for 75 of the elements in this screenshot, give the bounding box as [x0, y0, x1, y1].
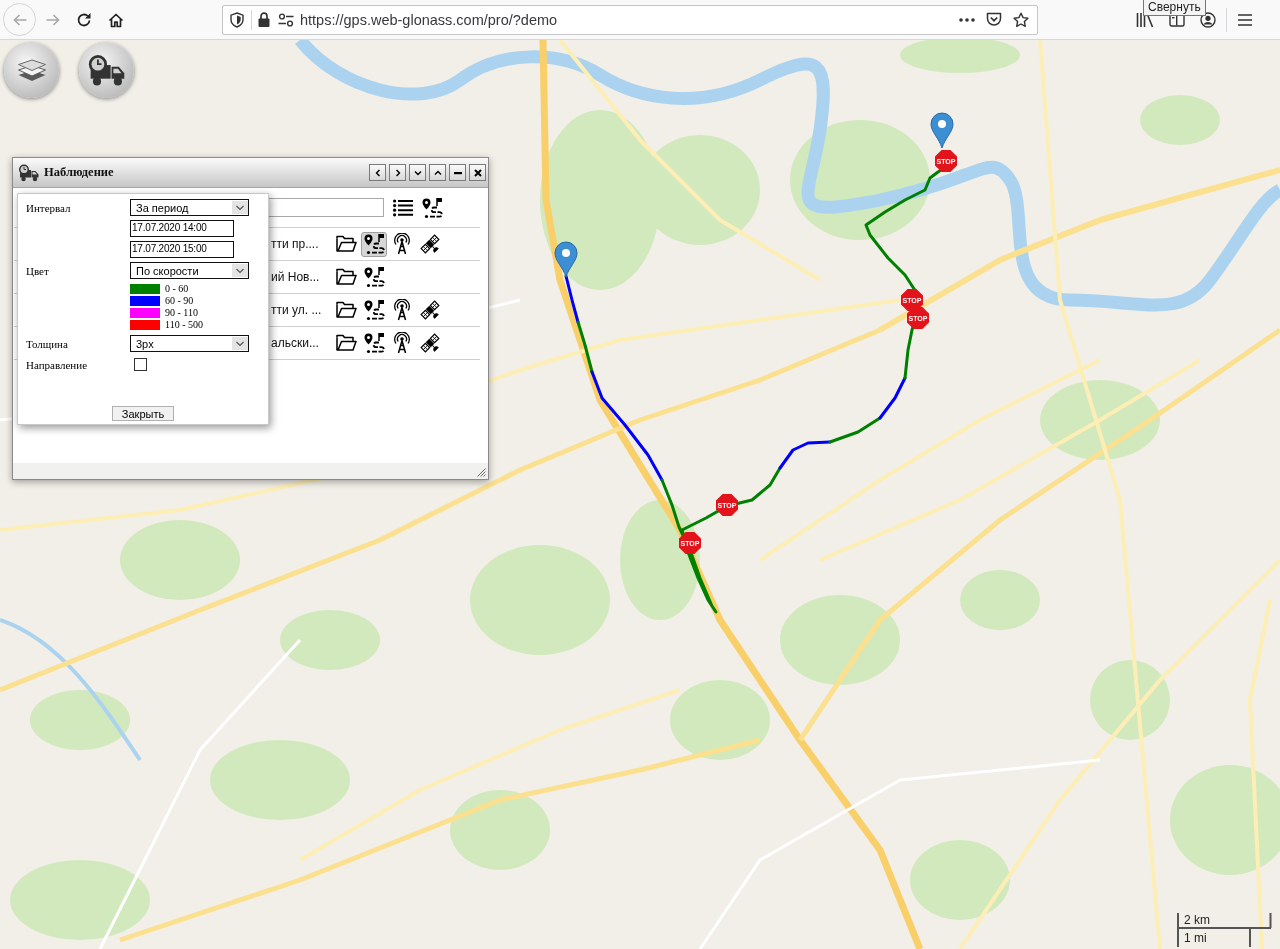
satellite-button[interactable]	[417, 231, 443, 257]
legend-label: 90 - 110	[165, 307, 198, 319]
checkbox[interactable]	[134, 358, 147, 371]
dialog-title: Наблюдение	[44, 165, 114, 180]
legend-label: 0 - 60	[165, 283, 189, 295]
close-button[interactable]: Закрыть	[111, 406, 175, 421]
satellite-icon	[419, 332, 441, 354]
truck-clock-icon	[18, 163, 40, 182]
folder-icon	[335, 332, 357, 354]
date-field[interactable]: 17.07.2020 14:00	[130, 220, 234, 237]
lock-icon[interactable]	[258, 12, 270, 27]
minimize-button[interactable]	[449, 164, 466, 181]
chevron-up-icon	[433, 168, 442, 177]
folder-icon	[335, 299, 357, 321]
route-icon	[363, 332, 385, 354]
legend-label: 60 - 90	[165, 295, 194, 307]
collapse-button[interactable]	[409, 164, 426, 181]
search-field[interactable]	[268, 198, 384, 217]
field-label: Цвет	[26, 264, 50, 277]
permissions-icon[interactable]	[278, 12, 294, 27]
chevron-right-icon	[393, 168, 402, 177]
route-button[interactable]	[361, 231, 387, 257]
tooltip: Свернуть	[1143, 0, 1206, 16]
scale-label: 2 km	[1184, 913, 1210, 927]
satellite-button[interactable]	[417, 330, 443, 356]
close-icon	[473, 168, 482, 177]
folder-icon	[335, 266, 357, 288]
satellite-button[interactable]	[417, 297, 443, 323]
route-icon	[363, 266, 385, 288]
pocket-icon[interactable]	[986, 12, 1002, 27]
chevron-left-icon	[373, 168, 382, 177]
home-icon	[108, 11, 124, 28]
field-label: Интервал	[26, 201, 72, 214]
route-button[interactable]	[361, 297, 387, 323]
shield-icon[interactable]	[229, 11, 245, 28]
object-name[interactable]: ий Нов...	[271, 270, 333, 284]
field-label: Толщина	[26, 337, 69, 350]
menu-icon	[1237, 12, 1253, 27]
chevron-down-icon	[413, 168, 422, 177]
object-name[interactable]: альски...	[271, 336, 333, 350]
close-button[interactable]	[469, 164, 486, 181]
route-button[interactable]	[361, 330, 387, 356]
account-icon	[1200, 11, 1216, 28]
dropdown[interactable]: По скорости	[130, 262, 249, 279]
layers-icon	[16, 59, 47, 82]
folder-icon	[335, 233, 357, 255]
previous-button[interactable]	[369, 164, 386, 181]
antenna-icon	[391, 332, 413, 354]
object-name[interactable]: тти пр....	[271, 237, 333, 251]
resize-grip-icon[interactable]	[477, 468, 486, 477]
legend-label: 110 - 500	[165, 319, 203, 331]
reload-icon	[76, 11, 92, 28]
route-icon	[363, 299, 385, 321]
map-pin-icon[interactable]	[554, 241, 578, 278]
dropdown[interactable]: 3px	[130, 335, 249, 352]
more-icon[interactable]	[959, 17, 975, 22]
field-label: Направление	[26, 358, 89, 371]
star-icon[interactable]	[1013, 11, 1029, 28]
route-button[interactable]	[361, 264, 387, 290]
route-icon	[363, 233, 385, 255]
map-pin-icon[interactable]	[930, 112, 954, 149]
antenna-icon	[391, 299, 413, 321]
url-field[interactable]: https://gps.web-glonass.com/pro/?demo	[222, 4, 1038, 35]
date-field[interactable]: 17.07.2020 15:00	[130, 241, 234, 258]
object-name[interactable]: тти ул. ...	[271, 303, 333, 317]
expand-button[interactable]	[429, 164, 446, 181]
antenna-icon	[391, 233, 413, 255]
satellite-icon	[419, 233, 441, 255]
route-icon[interactable]	[421, 196, 443, 219]
scale-label: 1 mi	[1184, 931, 1207, 945]
satellite-icon	[419, 299, 441, 321]
dropdown[interactable]: За период	[130, 199, 249, 216]
list-icon[interactable]	[393, 198, 413, 217]
next-button[interactable]	[389, 164, 406, 181]
truck-clock-icon	[86, 54, 127, 87]
